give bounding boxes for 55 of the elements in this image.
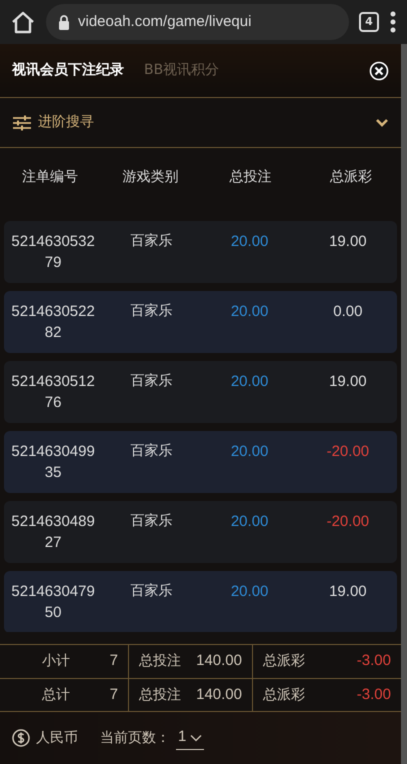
summary-count: 7 xyxy=(110,651,118,672)
summary-label: 总派彩 xyxy=(263,686,305,704)
game-type: 百家乐 xyxy=(130,233,172,249)
dollar-icon xyxy=(12,729,30,747)
url-bar[interactable]: videoah.com/game/livequi xyxy=(46,4,349,40)
bet-id: 521463052282 xyxy=(11,302,96,343)
bet-amount: 20.00 xyxy=(230,373,268,390)
filter-icon xyxy=(12,114,32,130)
summary-payout: -3.00 xyxy=(356,651,391,672)
game-type: 百家乐 xyxy=(130,513,172,529)
bet-amount: 20.00 xyxy=(230,233,268,250)
game-type: 百家乐 xyxy=(130,583,172,599)
advanced-search-toggle[interactable]: 进阶搜寻 xyxy=(38,112,94,133)
currency-label: 人民币 xyxy=(36,728,78,748)
bet-id: 521463048927 xyxy=(11,512,96,553)
payout-amount: 19.00 xyxy=(329,233,367,250)
game-type: 百家乐 xyxy=(130,373,172,389)
summary-bet: 140.00 xyxy=(196,651,242,672)
caret-icon xyxy=(190,734,202,742)
column-header: 注单编号 xyxy=(22,168,78,184)
bet-id: 521463047950 xyxy=(11,582,96,623)
tab[interactable]: 视讯会员下注纪录 xyxy=(12,60,124,81)
bet-amount: 20.00 xyxy=(230,513,268,530)
payout-amount: 19.00 xyxy=(329,583,367,600)
page-select[interactable]: 1 xyxy=(176,726,204,750)
bet-amount: 20.00 xyxy=(230,583,268,600)
bet-amount: 20.00 xyxy=(230,443,268,460)
more-icon[interactable] xyxy=(389,11,397,33)
game-type: 百家乐 xyxy=(130,303,172,319)
payout-amount: 19.00 xyxy=(329,373,367,390)
bet-id: 521463049935 xyxy=(11,442,96,483)
close-icon[interactable] xyxy=(369,60,389,80)
payout-amount: -20.00 xyxy=(326,443,370,460)
tab-count-button[interactable]: 4 xyxy=(359,12,379,32)
lock-icon xyxy=(58,14,70,30)
summary-label: 总计 xyxy=(42,686,70,704)
summary-label: 总派彩 xyxy=(263,652,305,671)
summary-count: 7 xyxy=(110,684,118,705)
home-icon[interactable] xyxy=(10,10,36,34)
bet-id: 521463051276 xyxy=(11,372,96,413)
summary-label: 总投注 xyxy=(139,652,181,671)
summary-bet: 140.00 xyxy=(196,684,242,705)
summary-label: 总投注 xyxy=(139,686,181,704)
column-header: 总派彩 xyxy=(330,168,372,184)
bet-amount: 20.00 xyxy=(230,303,268,320)
column-header: 游戏类别 xyxy=(122,168,178,184)
page-label: 当前页数： xyxy=(100,728,170,748)
game-type: 百家乐 xyxy=(130,443,172,459)
summary-label: 小计 xyxy=(42,652,70,671)
payout-amount: 0.00 xyxy=(333,303,362,320)
summary-payout: -3.00 xyxy=(356,684,391,705)
bet-id: 521463053279 xyxy=(11,232,96,273)
payout-amount: -20.00 xyxy=(326,513,370,530)
column-header: 总投注 xyxy=(230,168,272,184)
chevron-icon[interactable] xyxy=(375,118,389,128)
